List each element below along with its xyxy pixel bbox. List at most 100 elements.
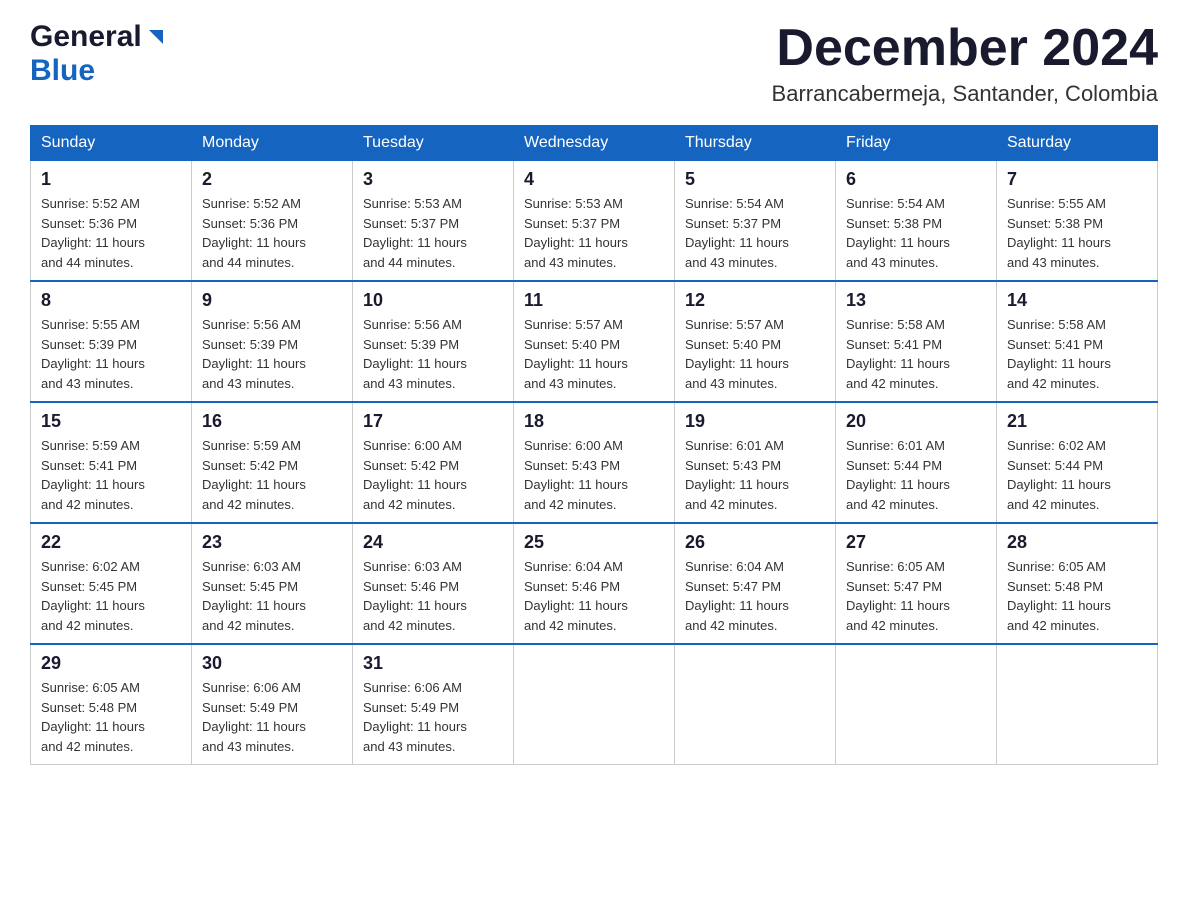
logo: General Blue <box>30 20 167 88</box>
calendar-cell: 27 Sunrise: 6:05 AMSunset: 5:47 PMDayligh… <box>836 523 997 644</box>
calendar-cell: 9Sunrise: 5:56 AMSunset: 5:39 PMDaylight… <box>192 281 353 402</box>
day-info: Sunrise: 5:59 AMSunset: 5:42 PMDaylight:… <box>202 436 342 514</box>
day-number: 7 <box>1007 169 1147 190</box>
calendar-cell: 23Sunrise: 6:03 AMSunset: 5:45 PMDayligh… <box>192 523 353 644</box>
day-number: 12 <box>685 290 825 311</box>
month-title: December 2024 <box>772 20 1158 77</box>
day-number: 3 <box>363 169 503 190</box>
day-info: Sunrise: 5:57 AMSunset: 5:40 PMDaylight:… <box>524 315 664 393</box>
calendar-cell: 12 Sunrise: 5:57 AMSunset: 5:40 PMDayligh… <box>675 281 836 402</box>
calendar-cell: 5 Sunrise: 5:54 AMSunset: 5:37 PMDaylight… <box>675 161 836 282</box>
day-info: Sunrise: 5:58 AMSunset: 5:41 PMDaylight:… <box>846 315 986 393</box>
day-number: 25 <box>524 532 664 553</box>
calendar-cell <box>836 644 997 765</box>
day-number: 30 <box>202 653 342 674</box>
calendar-week-row: 8Sunrise: 5:55 AMSunset: 5:39 PMDaylight… <box>31 281 1158 402</box>
calendar-cell: 6Sunrise: 5:54 AMSunset: 5:38 PMDaylight… <box>836 161 997 282</box>
calendar-cell: 29Sunrise: 6:05 AMSunset: 5:48 PMDayligh… <box>31 644 192 765</box>
day-info: Sunrise: 5:55 AMSunset: 5:39 PMDaylight:… <box>41 315 181 393</box>
day-info: Sunrise: 5:52 AMSunset: 5:36 PMDaylight:… <box>41 194 181 272</box>
calendar-cell: 2Sunrise: 5:52 AMSunset: 5:36 PMDaylight… <box>192 161 353 282</box>
day-number: 11 <box>524 290 664 311</box>
calendar-cell: 24 Sunrise: 6:03 AMSunset: 5:46 PMDayligh… <box>353 523 514 644</box>
calendar-cell: 26Sunrise: 6:04 AMSunset: 5:47 PMDayligh… <box>675 523 836 644</box>
day-number: 4 <box>524 169 664 190</box>
day-number: 14 <box>1007 290 1147 311</box>
col-header-saturday: Saturday <box>997 126 1158 161</box>
calendar-week-row: 29Sunrise: 6:05 AMSunset: 5:48 PMDayligh… <box>31 644 1158 765</box>
logo-blue: Blue <box>30 54 95 87</box>
day-info: Sunrise: 6:02 AMSunset: 5:45 PMDaylight:… <box>41 557 181 635</box>
day-info: Sunrise: 5:53 AMSunset: 5:37 PMDaylight:… <box>524 194 664 272</box>
day-info: Sunrise: 6:00 AMSunset: 5:43 PMDaylight:… <box>524 436 664 514</box>
col-header-friday: Friday <box>836 126 997 161</box>
day-info: Sunrise: 6:05 AMSunset: 5:47 PMDaylight:… <box>846 557 986 635</box>
col-header-tuesday: Tuesday <box>353 126 514 161</box>
day-number: 5 <box>685 169 825 190</box>
calendar-cell: 17 Sunrise: 6:00 AMSunset: 5:42 PMDayligh… <box>353 402 514 523</box>
calendar-cell <box>997 644 1158 765</box>
day-info: Sunrise: 5:56 AMSunset: 5:39 PMDaylight:… <box>202 315 342 393</box>
title-section: December 2024 Barrancabermeja, Santander… <box>772 20 1158 107</box>
day-info: Sunrise: 6:06 AMSunset: 5:49 PMDaylight:… <box>363 678 503 756</box>
calendar-cell <box>675 644 836 765</box>
location-title: Barrancabermeja, Santander, Colombia <box>772 81 1158 107</box>
col-header-monday: Monday <box>192 126 353 161</box>
calendar-cell: 18 Sunrise: 6:00 AMSunset: 5:43 PMDayligh… <box>514 402 675 523</box>
calendar-week-row: 22 Sunrise: 6:02 AMSunset: 5:45 PMDayligh… <box>31 523 1158 644</box>
calendar-cell: 11 Sunrise: 5:57 AMSunset: 5:40 PMDayligh… <box>514 281 675 402</box>
day-info: Sunrise: 6:03 AMSunset: 5:45 PMDaylight:… <box>202 557 342 635</box>
day-info: Sunrise: 6:03 AMSunset: 5:46 PMDaylight:… <box>363 557 503 635</box>
calendar-cell: 28 Sunrise: 6:05 AMSunset: 5:48 PMDayligh… <box>997 523 1158 644</box>
calendar-week-row: 15Sunrise: 5:59 AMSunset: 5:41 PMDayligh… <box>31 402 1158 523</box>
day-info: Sunrise: 5:54 AMSunset: 5:38 PMDaylight:… <box>846 194 986 272</box>
day-info: Sunrise: 6:01 AMSunset: 5:44 PMDaylight:… <box>846 436 986 514</box>
day-number: 22 <box>41 532 181 553</box>
calendar-cell: 14 Sunrise: 5:58 AMSunset: 5:41 PMDayligh… <box>997 281 1158 402</box>
calendar-cell: 19Sunrise: 6:01 AMSunset: 5:43 PMDayligh… <box>675 402 836 523</box>
day-number: 16 <box>202 411 342 432</box>
day-number: 1 <box>41 169 181 190</box>
day-number: 21 <box>1007 411 1147 432</box>
calendar-cell: 21 Sunrise: 6:02 AMSunset: 5:44 PMDayligh… <box>997 402 1158 523</box>
day-info: Sunrise: 6:04 AMSunset: 5:47 PMDaylight:… <box>685 557 825 635</box>
day-number: 28 <box>1007 532 1147 553</box>
day-number: 20 <box>846 411 986 432</box>
day-number: 15 <box>41 411 181 432</box>
calendar-cell <box>514 644 675 765</box>
day-info: Sunrise: 5:58 AMSunset: 5:41 PMDaylight:… <box>1007 315 1147 393</box>
calendar-cell: 25 Sunrise: 6:04 AMSunset: 5:46 PMDayligh… <box>514 523 675 644</box>
day-info: Sunrise: 6:02 AMSunset: 5:44 PMDaylight:… <box>1007 436 1147 514</box>
day-number: 2 <box>202 169 342 190</box>
day-number: 24 <box>363 532 503 553</box>
col-header-thursday: Thursday <box>675 126 836 161</box>
day-info: Sunrise: 6:00 AMSunset: 5:42 PMDaylight:… <box>363 436 503 514</box>
day-info: Sunrise: 5:54 AMSunset: 5:37 PMDaylight:… <box>685 194 825 272</box>
logo-triangle-icon <box>145 26 167 48</box>
calendar-cell: 30 Sunrise: 6:06 AMSunset: 5:49 PMDayligh… <box>192 644 353 765</box>
calendar-cell: 4 Sunrise: 5:53 AMSunset: 5:37 PMDaylight… <box>514 161 675 282</box>
calendar-cell: 7 Sunrise: 5:55 AMSunset: 5:38 PMDaylight… <box>997 161 1158 282</box>
day-info: Sunrise: 6:06 AMSunset: 5:49 PMDaylight:… <box>202 678 342 756</box>
day-info: Sunrise: 5:53 AMSunset: 5:37 PMDaylight:… <box>363 194 503 272</box>
calendar-cell: 3 Sunrise: 5:53 AMSunset: 5:37 PMDaylight… <box>353 161 514 282</box>
calendar-cell: 13Sunrise: 5:58 AMSunset: 5:41 PMDayligh… <box>836 281 997 402</box>
calendar-week-row: 1 Sunrise: 5:52 AMSunset: 5:36 PMDaylight… <box>31 161 1158 282</box>
day-number: 27 <box>846 532 986 553</box>
day-number: 29 <box>41 653 181 674</box>
col-header-sunday: Sunday <box>31 126 192 161</box>
day-number: 18 <box>524 411 664 432</box>
calendar-cell: 20 Sunrise: 6:01 AMSunset: 5:44 PMDayligh… <box>836 402 997 523</box>
calendar-cell: 8Sunrise: 5:55 AMSunset: 5:39 PMDaylight… <box>31 281 192 402</box>
day-info: Sunrise: 5:55 AMSunset: 5:38 PMDaylight:… <box>1007 194 1147 272</box>
day-number: 17 <box>363 411 503 432</box>
day-number: 31 <box>363 653 503 674</box>
day-info: Sunrise: 6:01 AMSunset: 5:43 PMDaylight:… <box>685 436 825 514</box>
day-info: Sunrise: 6:05 AMSunset: 5:48 PMDaylight:… <box>1007 557 1147 635</box>
day-info: Sunrise: 5:57 AMSunset: 5:40 PMDaylight:… <box>685 315 825 393</box>
calendar-cell: 1 Sunrise: 5:52 AMSunset: 5:36 PMDaylight… <box>31 161 192 282</box>
calendar-cell: 16 Sunrise: 5:59 AMSunset: 5:42 PMDayligh… <box>192 402 353 523</box>
calendar-cell: 22 Sunrise: 6:02 AMSunset: 5:45 PMDayligh… <box>31 523 192 644</box>
day-info: Sunrise: 6:04 AMSunset: 5:46 PMDaylight:… <box>524 557 664 635</box>
calendar-cell: 10Sunrise: 5:56 AMSunset: 5:39 PMDayligh… <box>353 281 514 402</box>
